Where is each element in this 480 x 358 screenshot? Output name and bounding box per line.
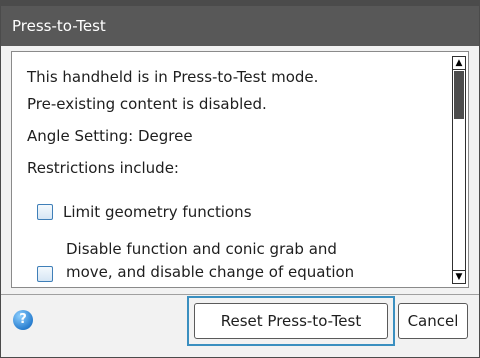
- message-line-2: Pre-existing content is disabled.: [27, 95, 267, 113]
- scrollbar-track[interactable]: [452, 70, 466, 270]
- scrollbar-thumb[interactable]: [454, 71, 464, 119]
- disable-grab-label-line-1: Disable function and conic grab and: [66, 240, 337, 258]
- message-line-1: This handheld is in Press-to-Test mode.: [27, 68, 319, 86]
- dialog-title: Press-to-Test: [1, 6, 479, 46]
- disable-grab-label-line-2: move, and disable change of equation: [66, 263, 355, 281]
- footer-divider: [1, 294, 479, 295]
- scroll-up-arrow-icon[interactable]: ▲: [452, 56, 466, 70]
- press-to-test-dialog: Press-to-Test This handheld is in Press-…: [0, 0, 480, 358]
- reset-press-to-test-button[interactable]: Reset Press-to-Test: [194, 303, 388, 339]
- limit-geometry-label: Limit geometry functions: [63, 203, 252, 221]
- limit-geometry-checkbox[interactable]: [37, 204, 53, 220]
- restrictions-heading: Restrictions include:: [27, 159, 179, 177]
- disable-grab-checkbox[interactable]: [37, 266, 53, 282]
- vertical-scrollbar[interactable]: ▲ ▼: [452, 56, 466, 284]
- scroll-down-arrow-icon[interactable]: ▼: [452, 270, 466, 284]
- help-icon[interactable]: ?: [13, 310, 33, 330]
- limit-geometry-option[interactable]: Limit geometry functions: [37, 201, 252, 223]
- dialog-content: This handheld is in Press-to-Test mode. …: [11, 51, 469, 288]
- angle-setting-text: Angle Setting: Degree: [27, 127, 193, 145]
- cancel-button[interactable]: Cancel: [398, 303, 468, 339]
